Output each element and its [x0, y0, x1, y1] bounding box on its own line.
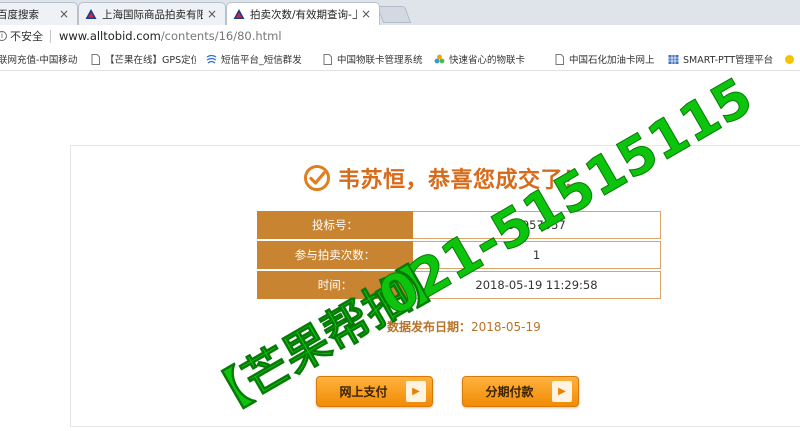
- tab-title: 上海国际商品拍卖有限公: [102, 8, 203, 21]
- info-row-bid-number: 投标号： 54957057: [257, 211, 661, 239]
- bid-info-table: 投标号： 54957057 参与拍卖次数： 1 时间： 2018-05-19 1…: [257, 211, 661, 301]
- bookmark-item[interactable]: 短信平台_短信群发: [206, 52, 312, 66]
- pinwheel-icon: [434, 54, 445, 63]
- url-path: /contents/16/80.html: [160, 29, 282, 43]
- tab-title: 百度搜索: [0, 8, 39, 21]
- bookmark-more[interactable]: [784, 52, 800, 66]
- bookmark-label: 【芒果在线】GPS定位: [105, 55, 196, 66]
- tab-close-icon[interactable]: ×: [59, 7, 69, 21]
- bookmark-item[interactable]: 快速省心的物联卡: [434, 52, 546, 66]
- bookmark-label: 中国石化加油卡网上: [569, 55, 655, 66]
- security-label[interactable]: 不安全: [10, 28, 43, 44]
- bookmark-label: 联网充值-中国移动: [0, 55, 78, 66]
- new-tab-button[interactable]: [376, 6, 412, 23]
- publish-date-line: 数据发布日期：2018-05-19: [387, 318, 541, 335]
- info-value: 54957057: [413, 211, 661, 239]
- url-host: www.alltobid.com: [59, 29, 161, 43]
- button-label: 分期付款: [485, 385, 534, 399]
- publish-date: 2018-05-19: [471, 320, 541, 334]
- bookmark-item[interactable]: SMART-PTT管理平台: [668, 52, 776, 66]
- triangle-logo-icon: [233, 9, 245, 19]
- address-divider: [50, 29, 51, 43]
- installment-pay-button[interactable]: 分期付款 ▶: [462, 376, 579, 407]
- bookmark-label: 快速省心的物联卡: [449, 55, 526, 66]
- bookmark-label: SMART-PTT管理平台: [683, 55, 774, 66]
- page-icon: [555, 53, 564, 65]
- address-bar[interactable]: i 不安全 www.alltobid.com/contents/16/80.ht…: [0, 25, 800, 47]
- arrow-right-icon: ▶: [552, 381, 572, 402]
- arrow-right-icon: ▶: [406, 381, 426, 402]
- info-icon[interactable]: i: [0, 31, 7, 41]
- tab-close-icon[interactable]: ×: [361, 7, 371, 21]
- congrats-text: 韦苏恒，恭喜您成交了！: [338, 168, 586, 193]
- bookmark-item[interactable]: 中国物联卡管理系统: [322, 52, 430, 66]
- bookmark-item[interactable]: 联网充值-中国移动: [0, 52, 78, 66]
- triangle-logo-icon: [85, 9, 97, 19]
- sms-logo-icon: [206, 54, 217, 64]
- tab-shanghai-auction[interactable]: 上海国际商品拍卖有限公 ×: [78, 2, 226, 25]
- bookmarks-bar: 联网充值-中国移动 【芒果在线】GPS定位 短信平台_短信群发 中国物联卡管理系…: [0, 47, 800, 71]
- info-row-auction-count: 参与拍卖次数： 1: [257, 241, 661, 269]
- tab-baidu-search[interactable]: 百度搜索 ×: [0, 2, 78, 25]
- info-label: 参与拍卖次数：: [257, 241, 413, 269]
- browser-tab-strip: 百度搜索 × 上海国际商品拍卖有限公 × 拍卖次数/有效期查询-上 ×: [0, 0, 800, 25]
- tab-close-icon[interactable]: ×: [207, 7, 217, 21]
- tab-title: 拍卖次数/有效期查询-上: [250, 8, 357, 21]
- info-label: 时间：: [257, 271, 413, 299]
- bookmark-label: 中国物联卡管理系统: [337, 55, 423, 66]
- check-circle-icon: [304, 165, 330, 191]
- result-headline: 韦苏恒，恭喜您成交了！: [303, 161, 586, 195]
- page-icon: [323, 53, 332, 65]
- tab-auction-query[interactable]: 拍卖次数/有效期查询-上 ×: [226, 2, 380, 25]
- grid-logo-icon: [668, 54, 679, 64]
- page-icon: [91, 53, 100, 65]
- bookmark-more-icon: [785, 54, 794, 64]
- bookmark-item[interactable]: 中国石化加油卡网上: [554, 52, 658, 66]
- info-row-bid-time: 时间： 2018-05-19 11:29:58: [257, 271, 661, 299]
- button-label: 网上支付: [339, 385, 388, 399]
- info-label: 投标号：: [257, 211, 413, 239]
- online-pay-button[interactable]: 网上支付 ▶: [316, 376, 433, 407]
- publish-label: 数据发布日期：: [387, 320, 472, 334]
- url-text[interactable]: www.alltobid.com/contents/16/80.html: [59, 29, 282, 43]
- bookmark-item[interactable]: 【芒果在线】GPS定位: [90, 52, 196, 66]
- info-value: 1: [413, 241, 661, 269]
- info-value: 2018-05-19 11:29:58: [413, 271, 661, 299]
- bookmark-label: 短信平台_短信群发: [221, 55, 302, 66]
